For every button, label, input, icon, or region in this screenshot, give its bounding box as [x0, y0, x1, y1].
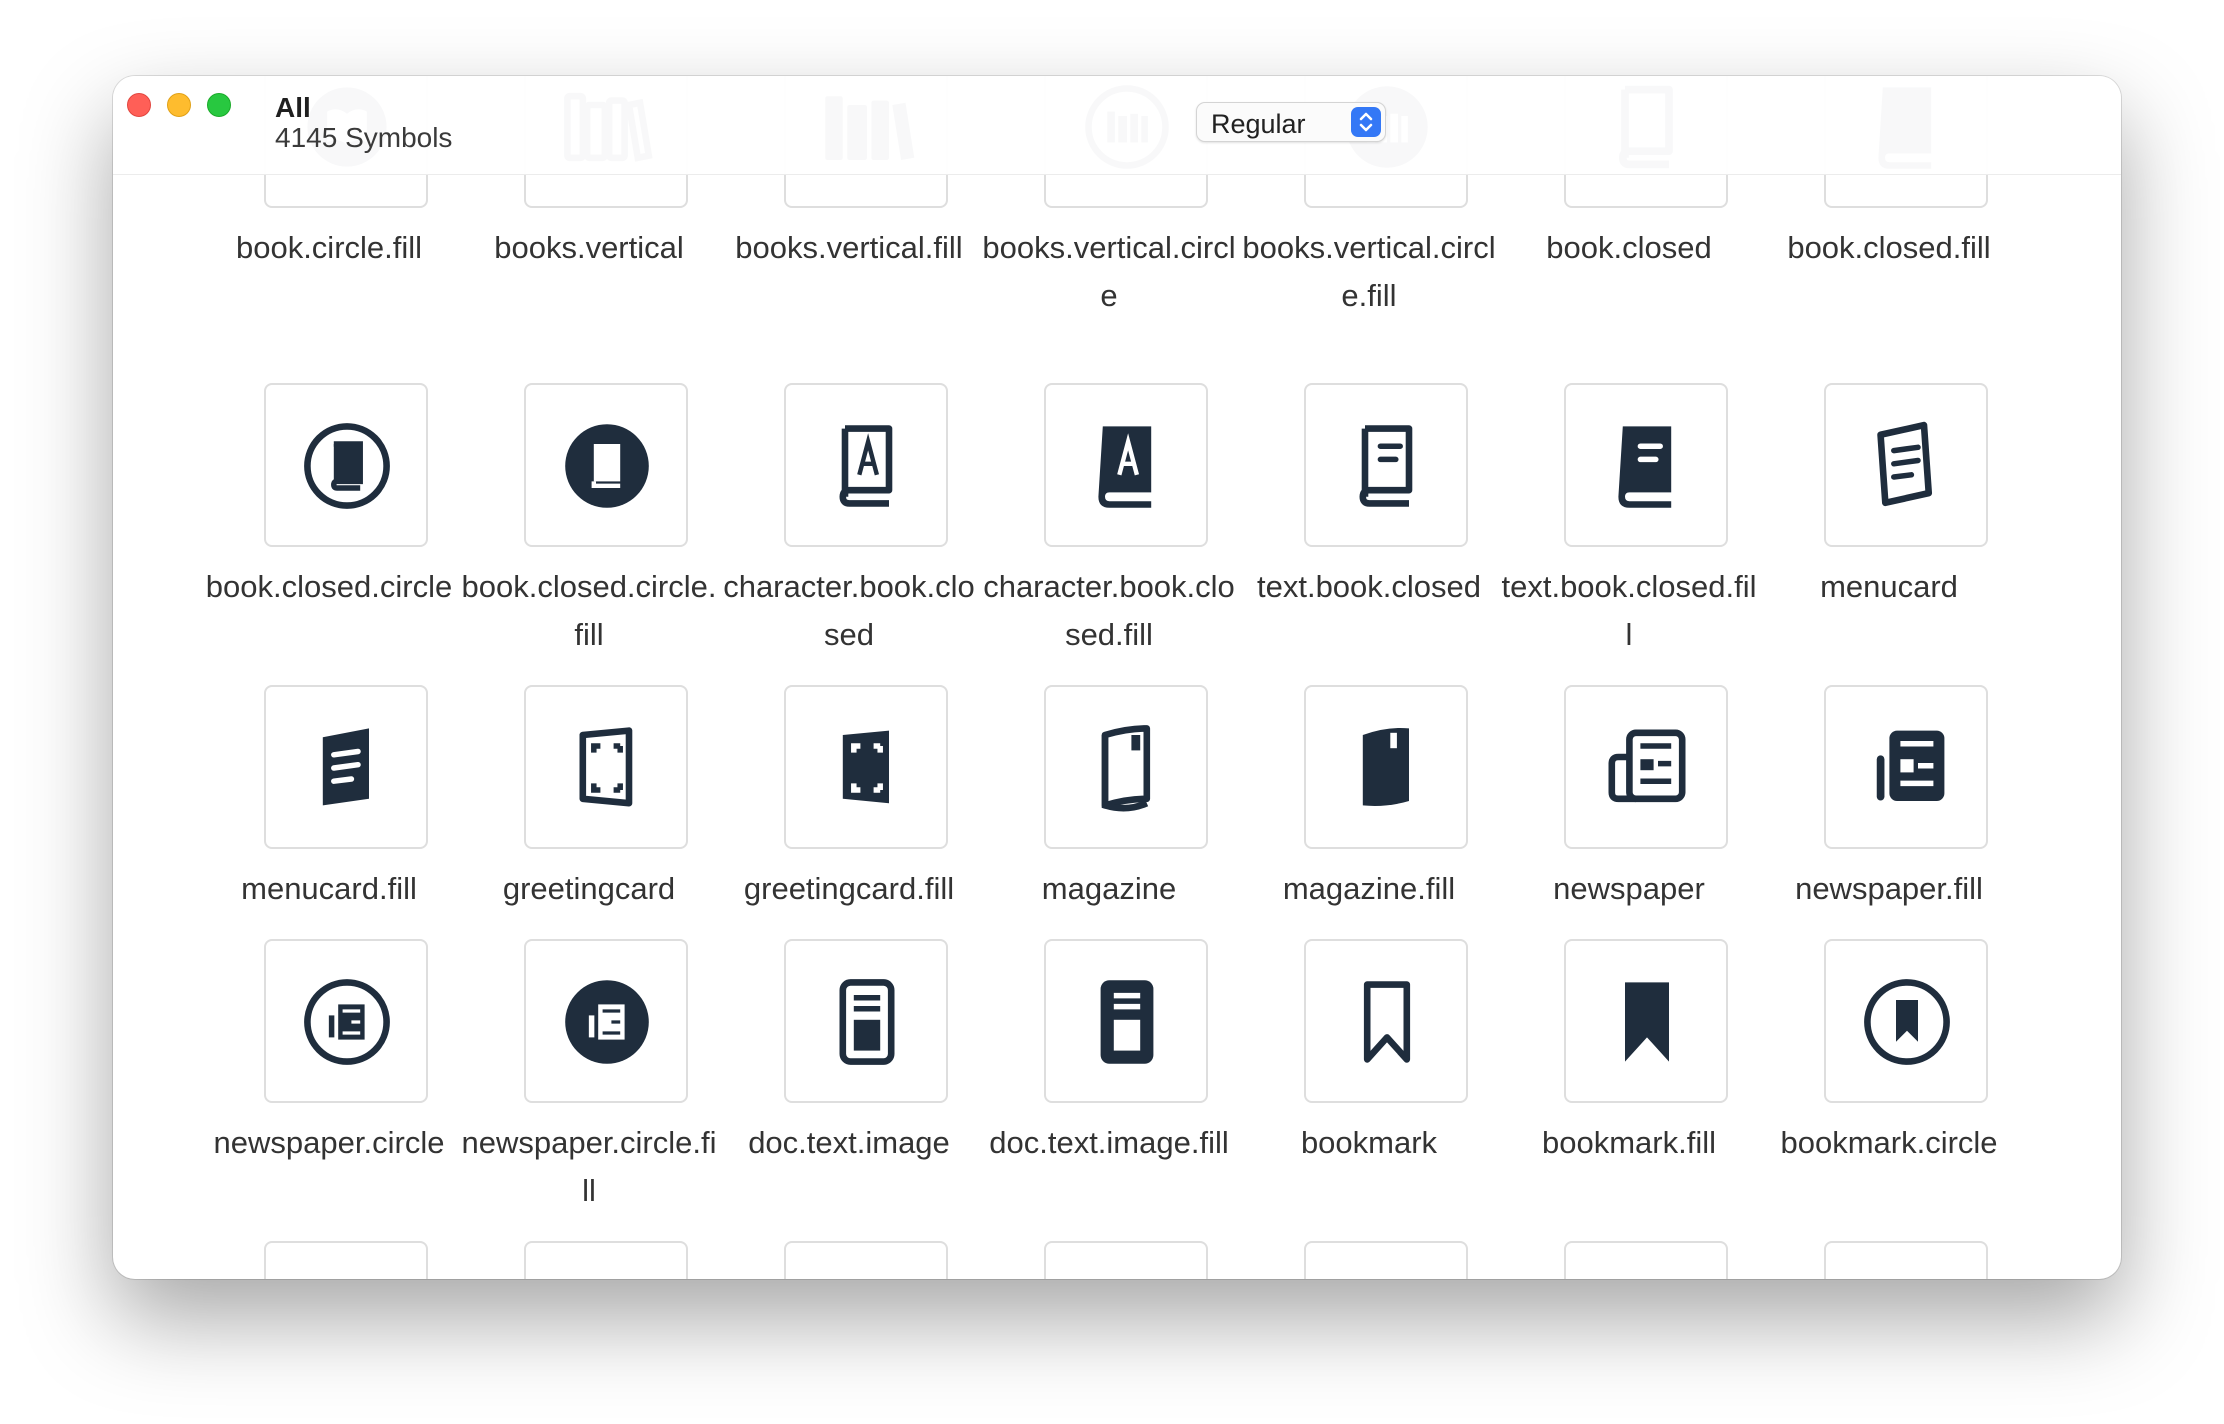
title-bar: All 4145 Symbols Regular [113, 76, 2121, 175]
symbol-name: bookmark.fill [1542, 1125, 1716, 1160]
book-closed-circle-icon [304, 423, 390, 509]
symbol-tile[interactable] [524, 939, 688, 1103]
window-title: All [275, 92, 311, 123]
symbol-tile[interactable] [524, 383, 688, 547]
greetingcard-fill-icon [842, 730, 889, 804]
symbol-tile[interactable] [1824, 1241, 1988, 1279]
symbol-tile[interactable] [1824, 939, 1988, 1103]
symbol-name: book.closed.fill [1787, 230, 1991, 265]
symbol-name: books.vertical.circle [982, 230, 1236, 313]
chevron-up-down-icon [1351, 107, 1381, 137]
character-book-closed-fill-icon [1098, 426, 1152, 508]
doc-text-image-icon [839, 979, 895, 1065]
symbol-name: book.closed.circle.fill [461, 569, 717, 652]
symbol-name: text.book.closed.fill [1501, 569, 1757, 652]
symbol-tile[interactable] [1304, 383, 1468, 547]
symbol-tile[interactable] [524, 1241, 688, 1279]
symbol-name: books.vertical.circle.fill [1242, 230, 1496, 313]
symbol-tile[interactable] [784, 939, 948, 1103]
newspaper-icon [1608, 729, 1686, 803]
character-book-closed-icon [839, 425, 893, 507]
symbol-tile[interactable] [784, 685, 948, 849]
symbol-tile[interactable] [264, 1241, 428, 1279]
symbol-name: text.book.closed [1256, 569, 1482, 604]
symbol-name: book.closed [1546, 230, 1712, 265]
symbol-tile[interactable] [784, 383, 948, 547]
symbol-tile[interactable] [524, 685, 688, 849]
symbol-name: character.book.closed [723, 569, 975, 652]
symbol-name: greetingcard.fill [743, 871, 955, 906]
symbol-name: newspaper.fill [1795, 871, 1983, 906]
symbol-tile[interactable] [264, 685, 428, 849]
bookmark-circle-icon [1864, 979, 1950, 1065]
symbol-tile[interactable] [1044, 1241, 1208, 1279]
symbol-name: menucard.fill [241, 871, 417, 906]
text-book-closed-icon [1359, 425, 1413, 507]
symbol-tile[interactable] [1044, 383, 1208, 547]
symbol-name: magazine [1041, 871, 1177, 906]
weight-popup-value: Regular [1211, 109, 1306, 139]
symbol-tile[interactable] [264, 939, 428, 1103]
zoom-button[interactable] [207, 93, 231, 117]
symbol-tile[interactable] [784, 1241, 948, 1279]
menucard-icon [1877, 421, 1933, 507]
symbol-name: newspaper.circle [213, 1125, 445, 1160]
doc-text-image-fill-icon [1100, 980, 1154, 1064]
symbol-name: bookmark [1300, 1125, 1438, 1160]
symbol-tile[interactable] [1044, 939, 1208, 1103]
symbol-name: newspaper [1553, 871, 1705, 906]
weight-popup-button[interactable]: Regular [1196, 102, 1386, 142]
symbol-name: book.closed.circle [205, 569, 453, 604]
symbol-name: newspaper.circle.fill [461, 1125, 717, 1208]
menucard-fill-icon [322, 728, 369, 806]
symbol-name: greetingcard [502, 871, 676, 906]
symbol-grid: book.circle.fill books.vertical books.ve… [113, 76, 2121, 1279]
symbol-count: 4145 Symbols [275, 122, 453, 153]
newspaper-circle-icon [304, 979, 390, 1065]
symbol-tile[interactable] [1564, 939, 1728, 1103]
newspaper-circle-fill-icon [565, 980, 649, 1064]
symbol-name: character.book.closed.fill [983, 569, 1235, 652]
symbol-name: menucard [1820, 569, 1958, 604]
symbol-tile[interactable] [1824, 383, 1988, 547]
minimize-button[interactable] [167, 93, 191, 117]
symbol-tile[interactable] [1824, 685, 1988, 849]
symbol-tile[interactable] [1304, 939, 1468, 1103]
newspaper-fill-icon [1876, 730, 1945, 801]
symbol-name: doc.text.image.fill [989, 1125, 1229, 1160]
symbol-name: books.vertical [494, 230, 684, 265]
bookmark-icon [1363, 981, 1411, 1063]
symbol-tile[interactable] [264, 383, 428, 547]
text-book-closed-fill-icon [1618, 426, 1672, 508]
symbol-tile[interactable] [1564, 383, 1728, 547]
symbol-name: book.circle.fill [235, 230, 423, 265]
symbol-tile[interactable] [1564, 685, 1728, 849]
greetingcard-icon [579, 727, 633, 807]
bookmark-fill-icon [1625, 982, 1669, 1062]
symbol-tile[interactable] [1044, 685, 1208, 849]
symbol-name: books.vertical.fill [735, 230, 963, 265]
symbol-tile[interactable] [1304, 685, 1468, 849]
close-button[interactable] [127, 93, 151, 117]
symbol-name: doc.text.image [748, 1125, 950, 1160]
book-closed-circle-fill-icon [565, 424, 649, 508]
sf-symbols-window: book.circle.fill books.vertical books.ve… [113, 76, 2121, 1279]
magazine-icon [1101, 725, 1151, 812]
magazine-fill-icon [1362, 727, 1409, 806]
symbol-name: bookmark.circle [1780, 1125, 1998, 1160]
symbol-tile[interactable] [1304, 1241, 1468, 1279]
symbol-tile[interactable] [1564, 1241, 1728, 1279]
symbol-name: magazine.fill [1282, 871, 1456, 906]
